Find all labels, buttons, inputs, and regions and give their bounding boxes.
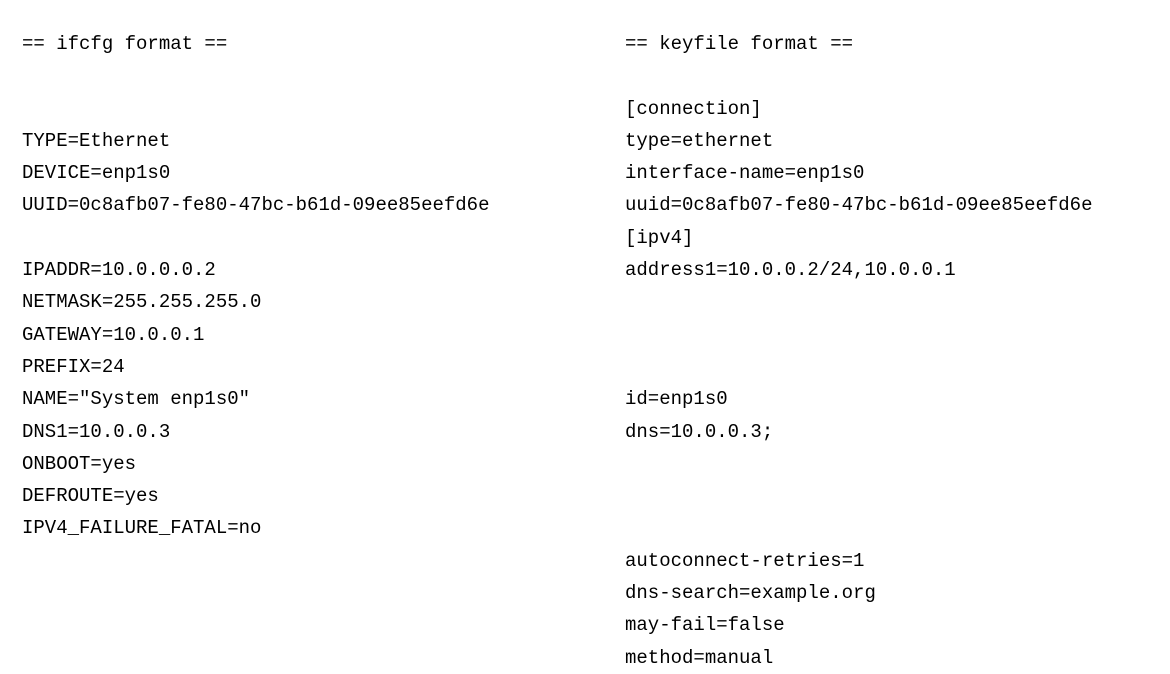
keyfile-line (625, 351, 1148, 383)
ifcfg-line (22, 93, 545, 125)
keyfile-line: dns-search=example.org (625, 577, 1148, 609)
ifcfg-line: IPADDR=10.0.0.0.2 (22, 254, 545, 286)
ifcfg-header: == ifcfg format == (22, 28, 545, 60)
keyfile-line (625, 286, 1148, 318)
keyfile-line: method=manual (625, 642, 1148, 674)
ifcfg-line (22, 60, 545, 92)
keyfile-line (625, 60, 1148, 92)
ifcfg-line: DNS1=10.0.0.3 (22, 416, 545, 448)
ifcfg-line: UUID=0c8afb07-fe80-47bc-b61d-09ee85eefd6… (22, 189, 545, 221)
ifcfg-line (22, 577, 545, 609)
ifcfg-line (22, 222, 545, 254)
keyfile-line: may-fail=false (625, 609, 1148, 641)
ifcfg-line: DEVICE=enp1s0 (22, 157, 545, 189)
keyfile-line (625, 319, 1148, 351)
ifcfg-column: == ifcfg format == TYPE=Ethernet DEVICE=… (22, 28, 585, 674)
keyfile-line (625, 448, 1148, 480)
keyfile-line: autoconnect-retries=1 (625, 545, 1148, 577)
ifcfg-line: TYPE=Ethernet (22, 125, 545, 157)
ifcfg-line: NETMASK=255.255.255.0 (22, 286, 545, 318)
keyfile-line: uuid=0c8afb07-fe80-47bc-b61d-09ee85eefd6… (625, 189, 1148, 221)
ifcfg-line (22, 545, 545, 577)
comparison-container: == ifcfg format == TYPE=Ethernet DEVICE=… (22, 28, 1148, 674)
ifcfg-line (22, 642, 545, 674)
keyfile-line: type=ethernet (625, 125, 1148, 157)
keyfile-header: == keyfile format == (625, 28, 1148, 60)
keyfile-line: [ipv4] (625, 222, 1148, 254)
ifcfg-line: PREFIX=24 (22, 351, 545, 383)
keyfile-line: dns=10.0.0.3; (625, 416, 1148, 448)
ifcfg-line: DEFROUTE=yes (22, 480, 545, 512)
ifcfg-line: NAME="System enp1s0" (22, 383, 545, 415)
ifcfg-line: ONBOOT=yes (22, 448, 545, 480)
keyfile-column: == keyfile format == [connection] type=e… (585, 28, 1148, 674)
ifcfg-line: IPV4_FAILURE_FATAL=no (22, 512, 545, 544)
keyfile-line: address1=10.0.0.2/24,10.0.0.1 (625, 254, 1148, 286)
ifcfg-line (22, 609, 545, 641)
keyfile-line (625, 512, 1148, 544)
keyfile-line: [connection] (625, 93, 1148, 125)
keyfile-line (625, 480, 1148, 512)
keyfile-line: interface-name=enp1s0 (625, 157, 1148, 189)
ifcfg-line: GATEWAY=10.0.0.1 (22, 319, 545, 351)
keyfile-line: id=enp1s0 (625, 383, 1148, 415)
